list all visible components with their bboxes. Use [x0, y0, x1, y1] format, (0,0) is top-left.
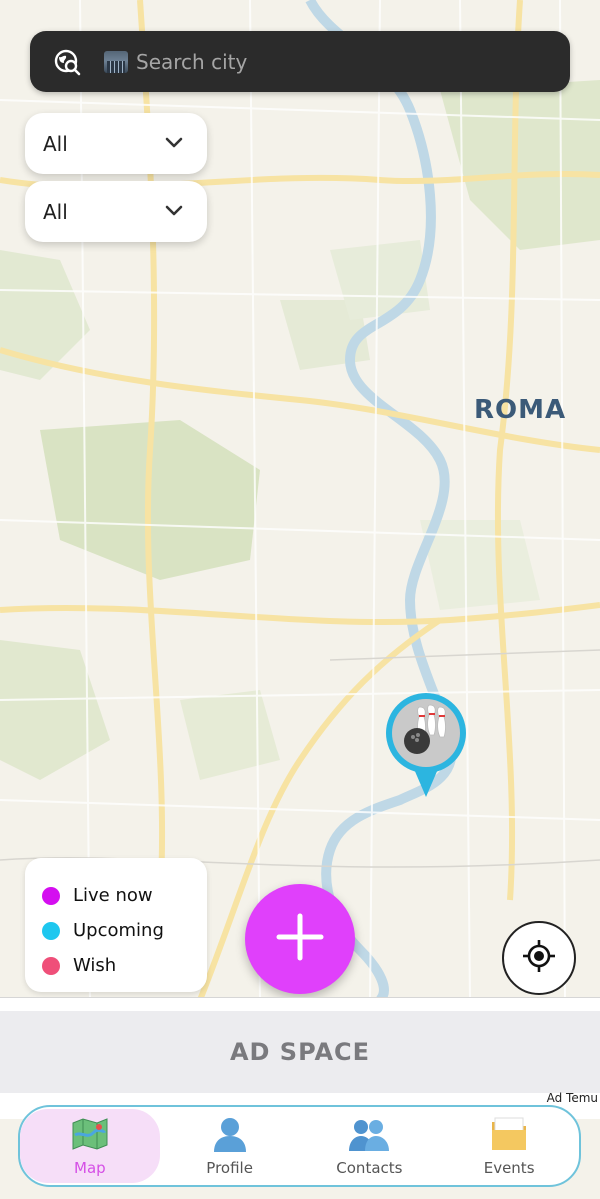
live-now-dot: [42, 886, 60, 905]
ad-space-banner[interactable]: AD SPACE: [0, 1011, 600, 1093]
person-icon: [212, 1115, 248, 1153]
status-legend: Live now Upcoming Wish: [25, 858, 207, 992]
time-filter-dropdown[interactable]: All: [25, 181, 207, 242]
dropdown-selected-value: All: [43, 199, 68, 224]
folder-icon: [490, 1115, 528, 1153]
search-city-input[interactable]: [136, 49, 516, 74]
search-bar[interactable]: [30, 31, 570, 92]
legend-label: Upcoming: [73, 920, 164, 941]
legend-label: Live now: [73, 885, 153, 906]
globe-search-icon[interactable]: [52, 47, 82, 77]
nav-label: Profile: [206, 1159, 253, 1177]
my-location-button[interactable]: [502, 921, 576, 995]
upcoming-dot: [42, 921, 60, 940]
crosshair-icon: [522, 939, 556, 977]
people-icon: [349, 1115, 390, 1153]
legend-item-live-now: Live now: [42, 878, 207, 913]
nav-item-profile[interactable]: Profile: [160, 1109, 300, 1183]
cityscape-icon: [104, 50, 128, 73]
plus-icon: [275, 912, 325, 966]
bottom-navigation: Map Profile Contacts Events: [18, 1105, 581, 1187]
add-event-button[interactable]: [245, 884, 355, 994]
nav-item-map[interactable]: Map: [20, 1109, 160, 1183]
map-icon: [71, 1115, 109, 1153]
nav-item-contacts[interactable]: Contacts: [300, 1109, 440, 1183]
legend-label: Wish: [73, 955, 117, 976]
chevron-down-icon: [165, 134, 183, 153]
legend-item-upcoming: Upcoming: [42, 913, 207, 948]
nav-label: Map: [74, 1159, 106, 1177]
ad-attribution: Ad Temu: [546, 1091, 598, 1105]
city-name-label: ROMA: [474, 395, 567, 425]
event-map-marker[interactable]: [384, 693, 468, 799]
dropdown-selected-value: All: [43, 131, 68, 156]
chevron-down-icon: [165, 202, 183, 221]
wish-dot: [42, 956, 60, 975]
nav-label: Contacts: [336, 1159, 403, 1177]
category-filter-dropdown[interactable]: All: [25, 113, 207, 174]
legend-item-wish: Wish: [42, 948, 207, 983]
nav-label: Events: [483, 1159, 535, 1177]
nav-item-events[interactable]: Events: [439, 1109, 579, 1183]
